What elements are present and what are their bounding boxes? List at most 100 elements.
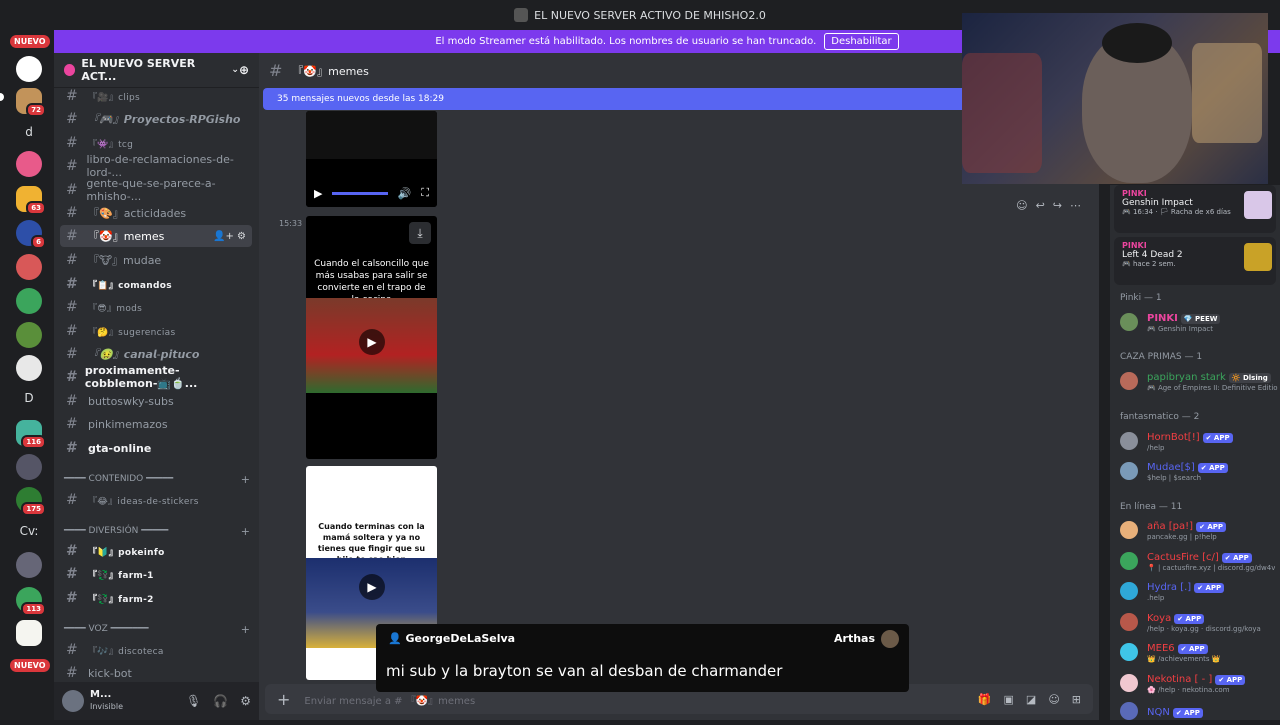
channel-mudae[interactable]: # 『🐮』mudae (60, 249, 252, 271)
download-icon[interactable]: ⤓ (409, 222, 431, 244)
webcam-overlay (962, 13, 1268, 184)
reaction-icon[interactable]: ☺ (1016, 199, 1027, 212)
reply-icon[interactable]: ↩ (1036, 199, 1045, 212)
category-voz[interactable]: ━━━━ VOZ ━━━━━━━ + (64, 621, 250, 637)
forward-icon[interactable]: ↪ (1053, 199, 1062, 212)
microphone-icon[interactable]: 🎙 (186, 694, 201, 708)
channel-pokeinfo[interactable]: # 『🔰』pokeinfo (60, 540, 252, 562)
play-icon[interactable]: ▶ (359, 329, 385, 355)
member-koya[interactable]: Koya ✔ APP/help · koya.gg · discord.gg/ko… (1120, 608, 1280, 636)
volume-icon[interactable]: 🔊 (398, 187, 412, 200)
channel-libro[interactable]: # libro-de-reclamaciones-de-lord-... (60, 153, 252, 179)
channel-acticidades[interactable]: # 『🎨』acticidades (60, 202, 252, 224)
activity-card-genshin[interactable]: PINKI Genshin Impact 🎮 16:34 · 🏳 Racha d… (1114, 185, 1276, 233)
channel-sugerencias[interactable]: # 『🤔』sugerencias (60, 320, 252, 342)
play-icon[interactable]: ▶ (314, 187, 322, 200)
server-icon-13[interactable] (16, 552, 42, 578)
hash-icon: # (66, 369, 78, 385)
server-letter-cv[interactable]: Cv: (16, 518, 42, 544)
channel-mods[interactable]: # 『😎』mods (60, 296, 252, 318)
hash-icon: # (66, 276, 79, 292)
member-nekotina[interactable]: Nekotina [ - ] ✔ APP 🌸 /help · nekotina.co… (1120, 669, 1280, 697)
server-icon-8[interactable] (16, 322, 42, 348)
server-badge-icon (64, 64, 76, 76)
member-nqn[interactable]: NQN ✔ APP (1120, 697, 1280, 725)
add-attachment-icon[interactable]: + (277, 690, 290, 709)
member-hornbot[interactable]: HornBot[!] ✔ APP/help (1120, 427, 1280, 455)
gift-icon[interactable]: 🎁 (978, 693, 992, 706)
member-group-pinki: Pinki — 1 (1120, 293, 1162, 303)
server-icon-12[interactable]: 175 (16, 487, 46, 516)
apps-icon[interactable]: ⊞ (1072, 693, 1081, 706)
add-channel-icon[interactable]: + (241, 623, 250, 636)
add-channel-icon[interactable]: + (241, 525, 250, 538)
server-icon-7[interactable] (16, 288, 42, 314)
disable-streamer-button[interactable]: Deshabilitar (824, 33, 899, 50)
new-pill-bottom[interactable]: NUEVO (10, 659, 50, 672)
server-icon-6[interactable] (16, 254, 42, 280)
server-icon-5[interactable]: 6 (16, 220, 46, 249)
channel-tcg[interactable]: # 『👾』tcg (60, 132, 252, 154)
server-icon-4[interactable]: 63 (16, 186, 46, 215)
channel-canal-pituco[interactable]: # 『🤢』𝙘𝙖𝙣𝙖𝙡-𝙥𝙞𝙩𝙪𝙘𝙤 (60, 343, 252, 365)
emoji-icon[interactable]: ☺ (1048, 693, 1059, 706)
member-papibryan[interactable]: papibryan stark 🔆 Dlsing 🎮 Age of Empires … (1120, 367, 1280, 395)
server-icon-2[interactable]: 72 (16, 88, 46, 117)
channel-pinkimemazos[interactable]: # pinkimemazos (60, 413, 252, 435)
server-icon-1[interactable] (16, 56, 42, 82)
fullscreen-icon[interactable]: ⛶ (421, 186, 429, 200)
gear-icon[interactable]: ⚙ (240, 694, 251, 708)
member-mudae[interactable]: Mudae[$] ✔ APP $help | $search (1120, 457, 1280, 485)
channel-memes[interactable]: # 『🤡』memes 👤+ ⚙ (60, 225, 252, 247)
category-diversion[interactable]: ━━━━ DIVERSIÓN ━━━━━ + (64, 523, 250, 539)
category-contenido[interactable]: ━━━━ CONTENIDO ━━━━━ + (64, 471, 250, 487)
voice-channel-discoteca[interactable]: # 『🎶』discoteca (60, 639, 252, 661)
headphones-icon[interactable]: 🎧 (213, 694, 228, 708)
new-pill[interactable]: NUEVO (10, 35, 50, 48)
banner-text: El modo Streamer está habilitado. Los no… (435, 36, 817, 47)
sticker-icon[interactable]: ◪ (1026, 693, 1036, 706)
chevron-down-icon: ⌄ (231, 65, 239, 75)
hash-icon: # (66, 228, 78, 244)
channel-buttoswky[interactable]: # buttoswky-subs (60, 390, 252, 412)
channel-gta-online[interactable]: # gta-online (60, 437, 252, 459)
add-channel-icon[interactable]: + (241, 473, 250, 486)
server-icon-15[interactable] (16, 620, 42, 646)
server-icon-14[interactable]: 113 (16, 587, 46, 616)
channel-proyectos[interactable]: # 『🎮』𝙋𝙧𝙤𝙮𝙚𝙘𝙩𝙤𝙨-𝙍𝙋𝙂𝙞𝙨𝙝𝙤 (60, 108, 252, 130)
progress-bar[interactable] (332, 191, 388, 195)
server-header[interactable]: EL NUEVO SERVER ACT... ⌄ ⊕ (54, 53, 259, 88)
composer-placeholder[interactable]: Enviar mensaje a # 『🤡』memes (304, 692, 475, 707)
activity-card-l4d2[interactable]: PINKI Left 4 Dead 2 🎮 hace 2 sem. (1114, 237, 1276, 285)
gif-icon[interactable]: ▣ (1004, 693, 1014, 706)
server-icon-9[interactable] (16, 355, 42, 381)
channel-kick-bot[interactable]: # kick-bot (60, 662, 252, 684)
video-embed-2[interactable]: ⤓ Cuando el calsoncillo que más usabas p… (306, 216, 437, 459)
server-icon-3[interactable] (16, 151, 42, 177)
more-icon[interactable]: ⋯ (1070, 199, 1081, 212)
channel-gente[interactable]: # gente-que-se-parece-a-mhisho-... (60, 177, 252, 203)
new-messages-bar[interactable]: 35 mensajes nuevos desde las 18:29 (263, 88, 963, 110)
channel-ideas[interactable]: # 『😂』ideas-de-stickers (60, 489, 252, 511)
server-icon-11[interactable] (16, 454, 42, 480)
channel-clips[interactable]: # 『🎥』clips (60, 85, 252, 107)
channel-farm-2[interactable]: # 『💱』farm-2 (60, 587, 252, 609)
channel-cobblemon[interactable]: # proximamente-cobblemon-📺🍵... (60, 364, 252, 390)
member-mee6[interactable]: MEE6 ✔ APP 👑 /achievements 👑 (1120, 638, 1280, 666)
play-icon[interactable]: ▶ (359, 574, 385, 600)
member-ana[interactable]: aña [pa!] ✔ APP pancake.gg | p!help (1120, 516, 1280, 544)
server-letter-D[interactable]: D (16, 385, 42, 411)
server-icon-10[interactable]: 116 (16, 420, 46, 449)
avatar (1120, 462, 1138, 480)
video-embed-1[interactable]: ▶ 🔊 ⛶ (306, 111, 437, 207)
server-letter-d[interactable]: d (16, 119, 42, 145)
member-pinki[interactable]: PINKI 💎 PEEW 🎮 Genshin Impact (1120, 308, 1280, 336)
avatar[interactable] (62, 690, 84, 712)
channel-comandos[interactable]: # 『📋』comandos (60, 273, 252, 295)
channel-settings-icons[interactable]: 👤+ ⚙ (213, 231, 246, 242)
add-member-icon[interactable]: ⊕ (239, 63, 249, 77)
channel-farm-1[interactable]: # 『💱』farm-1 (60, 563, 252, 585)
member-hydra[interactable]: Hydra [.] ✔ APP .help (1120, 577, 1280, 605)
member-cactusfire[interactable]: CactusFire [c/] ✔ APP 📍 | cactusfire.xyz |… (1120, 547, 1280, 575)
speaker-icon: # (66, 642, 79, 658)
